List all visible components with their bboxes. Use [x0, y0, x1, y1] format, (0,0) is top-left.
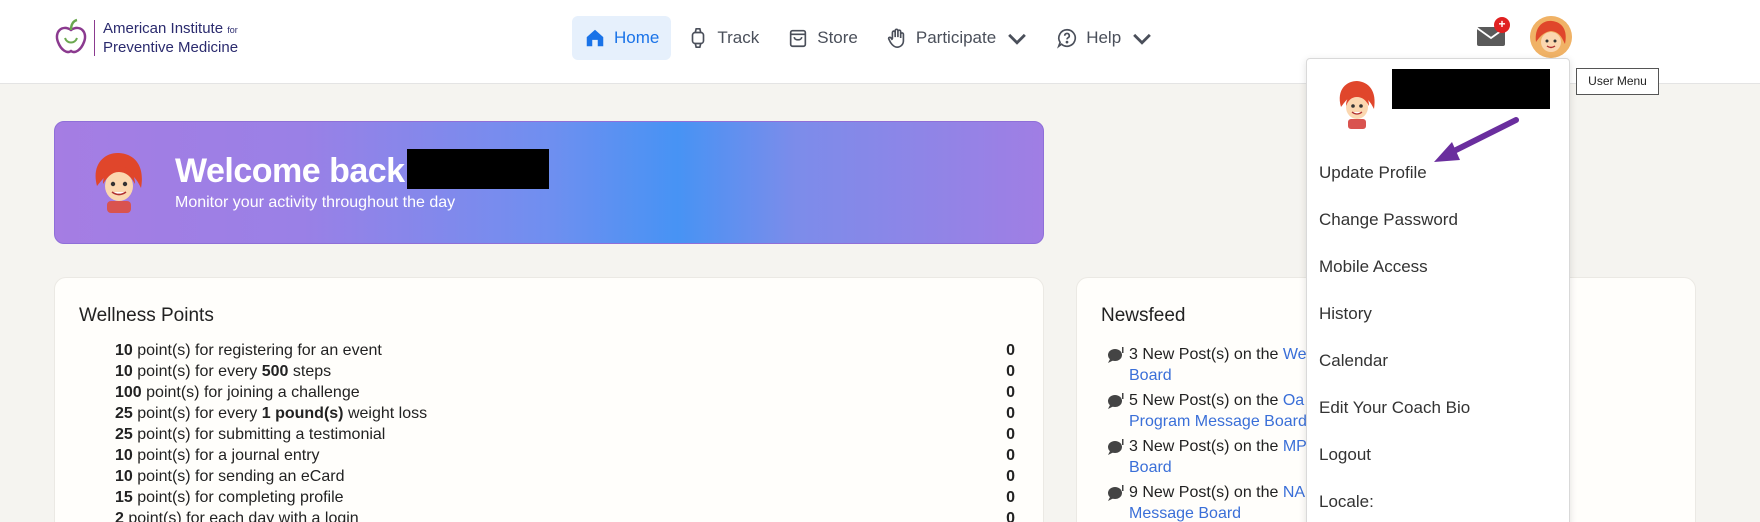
- help-icon: [1057, 28, 1077, 49]
- welcome-subtitle: Monitor your activity throughout the day: [175, 194, 456, 211]
- wellness-points-list: 10 point(s) for registering for an event…: [115, 340, 1015, 522]
- menu-item-mobile-access[interactable]: Mobile Access: [1319, 243, 1470, 290]
- user-menu-items: Update Profile Change Password Mobile Ac…: [1319, 149, 1470, 522]
- annotation-arrow-icon: [1434, 117, 1519, 162]
- welcome-title: Welcome back,: [175, 152, 414, 190]
- wellness-row: 10 point(s) for sending an eCard 0: [115, 468, 1015, 485]
- newsfeed-link[interactable]: Board: [1129, 367, 1172, 384]
- chat-bubble-icon: [1108, 439, 1124, 455]
- avatar-icon: [1339, 81, 1375, 129]
- menu-item-edit-coach-bio[interactable]: Edit Your Coach Bio: [1319, 384, 1470, 431]
- home-icon: [586, 29, 604, 47]
- newsfeed-text: 3 New Post(s) on the: [1129, 346, 1283, 363]
- menu-item-calendar[interactable]: Calendar: [1319, 337, 1470, 384]
- wellness-row: 25 point(s) for submitting a testimonial…: [115, 426, 1015, 443]
- logo-for: for: [227, 25, 238, 35]
- wellness-points-title: Wellness Points: [79, 305, 214, 326]
- user-menu-tooltip: User Menu: [1576, 68, 1659, 95]
- nav-help[interactable]: Help: [1044, 16, 1165, 60]
- user-avatar-button[interactable]: [1530, 16, 1572, 58]
- menu-item-change-password[interactable]: Change Password: [1319, 196, 1470, 243]
- newsfeed-link[interactable]: Oa: [1283, 392, 1304, 409]
- nav-store-label: Store: [817, 28, 858, 47]
- newsfeed-item: 3 New Post(s) on the We Board: [1107, 344, 1307, 386]
- watch-icon: [692, 28, 705, 48]
- chevron-down-icon: [1133, 33, 1152, 45]
- wellness-row: 25 point(s) for every 1 pound(s) weight …: [115, 405, 1015, 422]
- logo-line-2: Preventive Medicine: [103, 39, 239, 56]
- logo-divider: [94, 20, 95, 56]
- chat-bubble-icon: [1108, 393, 1124, 409]
- newsfeed-item: 3 New Post(s) on the MP Board: [1107, 436, 1307, 478]
- wellness-row: 10 point(s) for a journal entry 0: [115, 447, 1015, 464]
- apple-logo-icon: [54, 18, 88, 58]
- nav-track[interactable]: Track: [675, 16, 771, 60]
- newsfeed-item: 5 New Post(s) on the Oa Program Message B…: [1107, 390, 1307, 432]
- nav-help-label: Help: [1086, 28, 1122, 47]
- newsfeed-text: 5 New Post(s) on the: [1129, 392, 1283, 409]
- newsfeed-link[interactable]: Board: [1129, 459, 1172, 476]
- newsfeed-link[interactable]: We: [1283, 346, 1307, 363]
- newsfeed-link[interactable]: Message Board: [1129, 505, 1241, 522]
- wellness-row: 10 point(s) for every 500 steps 0: [115, 363, 1015, 380]
- bag-icon: [790, 29, 807, 48]
- newsfeed-text: 9 New Post(s) on the: [1129, 484, 1283, 501]
- nav-home-label: Home: [614, 28, 660, 47]
- newsfeed-title: Newsfeed: [1101, 305, 1186, 326]
- menu-item-history[interactable]: History: [1319, 290, 1470, 337]
- nav-store[interactable]: Store: [775, 16, 870, 60]
- wellness-row: 15 point(s) for completing profile 0: [115, 489, 1015, 506]
- nav-track-label: Track: [717, 28, 760, 47]
- avatar-icon: [1530, 16, 1572, 58]
- newsfeed-item: 9 New Post(s) on the NA Message Board: [1107, 482, 1307, 522]
- menu-item-locale[interactable]: Locale:: [1319, 478, 1470, 522]
- newsfeed-link[interactable]: NA: [1283, 484, 1305, 501]
- menu-item-logout[interactable]: Logout: [1319, 431, 1470, 478]
- nav-participate-label: Participate: [915, 28, 997, 47]
- redacted-username: [407, 149, 549, 189]
- newsfeed-list: 3 New Post(s) on the We Board 5 New Post(…: [1107, 344, 1307, 522]
- wellness-row: 2 point(s) for each day with a login 0: [115, 510, 1015, 522]
- chat-bubble-icon: [1108, 347, 1124, 363]
- site-logo[interactable]: American Institute for Preventive Medici…: [54, 18, 238, 58]
- newsfeed-link[interactable]: Program Message Board: [1129, 413, 1307, 430]
- wellness-row: 100 point(s) for joining a challenge 0: [115, 384, 1015, 401]
- main-nav: Home Track Store Participate Help: [572, 16, 1165, 60]
- welcome-banner: Welcome back, Monitor your activity thro…: [54, 121, 1044, 244]
- avatar-icon: [95, 152, 142, 213]
- nav-participate[interactable]: Participate: [874, 16, 1040, 60]
- wellness-row: 10 point(s) for registering for an event…: [115, 342, 1015, 359]
- redacted-username: [1392, 69, 1550, 109]
- chat-bubble-icon: [1108, 485, 1124, 501]
- hand-icon: [887, 28, 905, 48]
- nav-home[interactable]: Home: [572, 16, 672, 60]
- newsfeed-link[interactable]: MP: [1283, 438, 1307, 455]
- chevron-down-icon: [1008, 33, 1027, 45]
- logo-line-1: American Institute: [103, 20, 224, 37]
- notification-badge: +: [1494, 17, 1510, 33]
- newsfeed-text: 3 New Post(s) on the: [1129, 438, 1283, 455]
- logo-text: American Institute for Preventive Medici…: [103, 20, 238, 56]
- wellness-points-card: Wellness Points 10 point(s) for register…: [54, 277, 1044, 522]
